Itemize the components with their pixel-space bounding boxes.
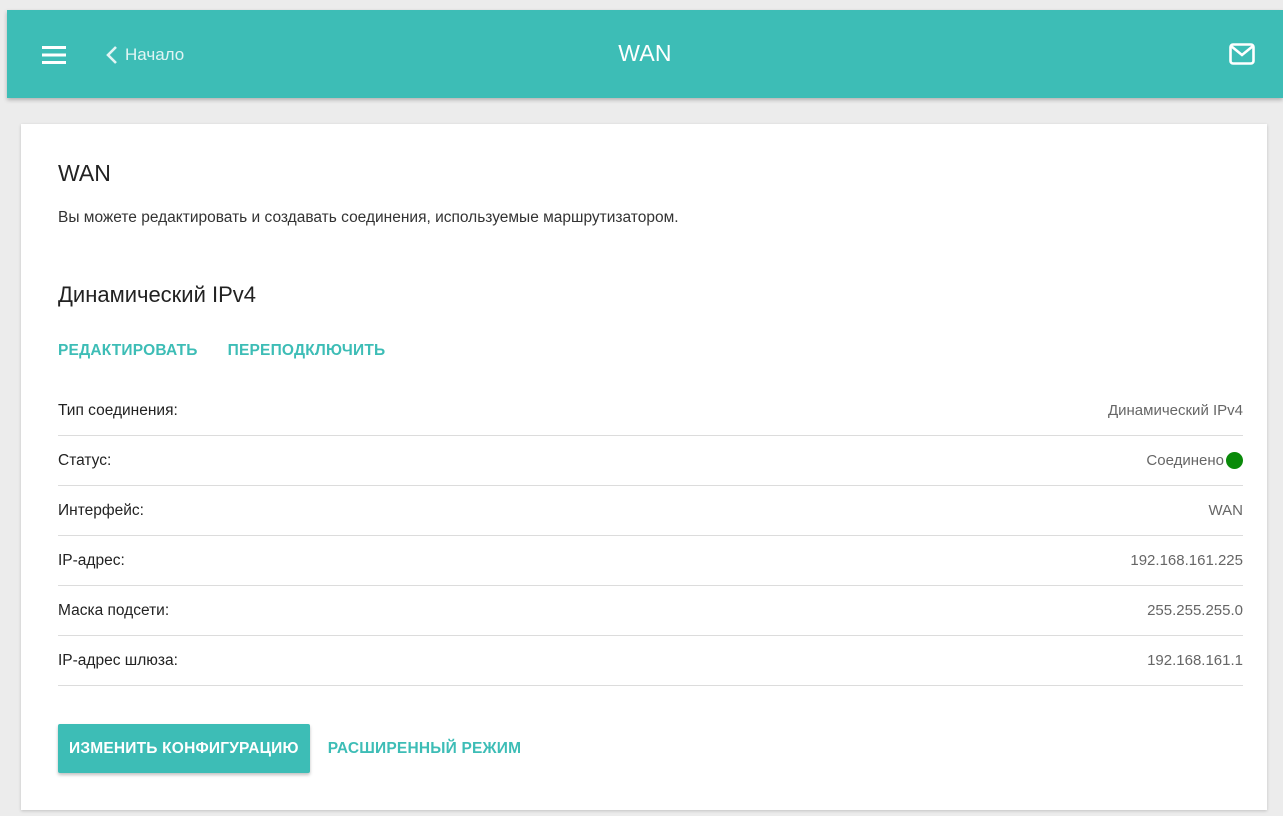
edit-button[interactable]: РЕДАКТИРОВАТЬ: [58, 342, 198, 360]
info-row-ip-address: IP-адрес: 192.168.161.225: [58, 536, 1243, 586]
info-value: 192.168.161.225: [1130, 552, 1243, 569]
info-value: WAN: [1208, 502, 1243, 519]
change-configuration-button[interactable]: ИЗМЕНИТЬ КОНФИГУРАЦИЮ: [58, 724, 310, 773]
page-title: WAN: [58, 160, 111, 186]
page-description: Вы можете редактировать и создавать соед…: [58, 209, 679, 226]
advanced-mode-button[interactable]: РАСШИРЕННЫЙ РЕЖИМ: [328, 740, 522, 758]
info-label: Маска подсети:: [58, 601, 170, 619]
mail-icon[interactable]: [1227, 41, 1257, 67]
info-row-subnet-mask: Маска подсети: 255.255.255.0: [58, 586, 1243, 636]
info-label: IP-адрес:: [58, 551, 125, 569]
status-text: Соединено: [1146, 452, 1224, 469]
status-indicator-icon: [1226, 452, 1243, 469]
info-value: 255.255.255.0: [1147, 602, 1243, 619]
info-value: Динамический IPv4: [1107, 402, 1243, 419]
info-label: Статус:: [58, 451, 112, 469]
top-app-bar: Начало WAN: [7, 10, 1283, 98]
info-value: 192.168.161.1: [1147, 652, 1243, 669]
topbar-title: WAN: [618, 40, 672, 66]
reconnect-button[interactable]: ПЕРЕПОДКЛЮЧИТЬ: [228, 342, 386, 360]
info-label: Интерфейс:: [58, 501, 144, 519]
info-label: IP-адрес шлюза:: [58, 651, 178, 669]
info-label: Тип соединения:: [58, 401, 178, 419]
connection-actions: РЕДАКТИРОВАТЬ ПЕРЕПОДКЛЮЧИТЬ: [58, 342, 385, 360]
info-row-gateway: IP-адрес шлюза: 192.168.161.1: [58, 636, 1243, 686]
connection-name: Динамический IPv4: [58, 282, 257, 307]
info-row-interface: Интерфейс: WAN: [58, 486, 1243, 536]
status-value: Соединено: [1146, 452, 1243, 469]
bottom-actions: ИЗМЕНИТЬ КОНФИГУРАЦИЮ РАСШИРЕННЫЙ РЕЖИМ: [58, 724, 521, 773]
wan-card: WAN Вы можете редактировать и создавать …: [21, 124, 1267, 810]
connection-info-table: Тип соединения: Динамический IPv4 Статус…: [58, 386, 1243, 686]
info-row-connection-type: Тип соединения: Динамический IPv4: [58, 386, 1243, 436]
info-row-status: Статус: Соединено: [58, 436, 1243, 486]
